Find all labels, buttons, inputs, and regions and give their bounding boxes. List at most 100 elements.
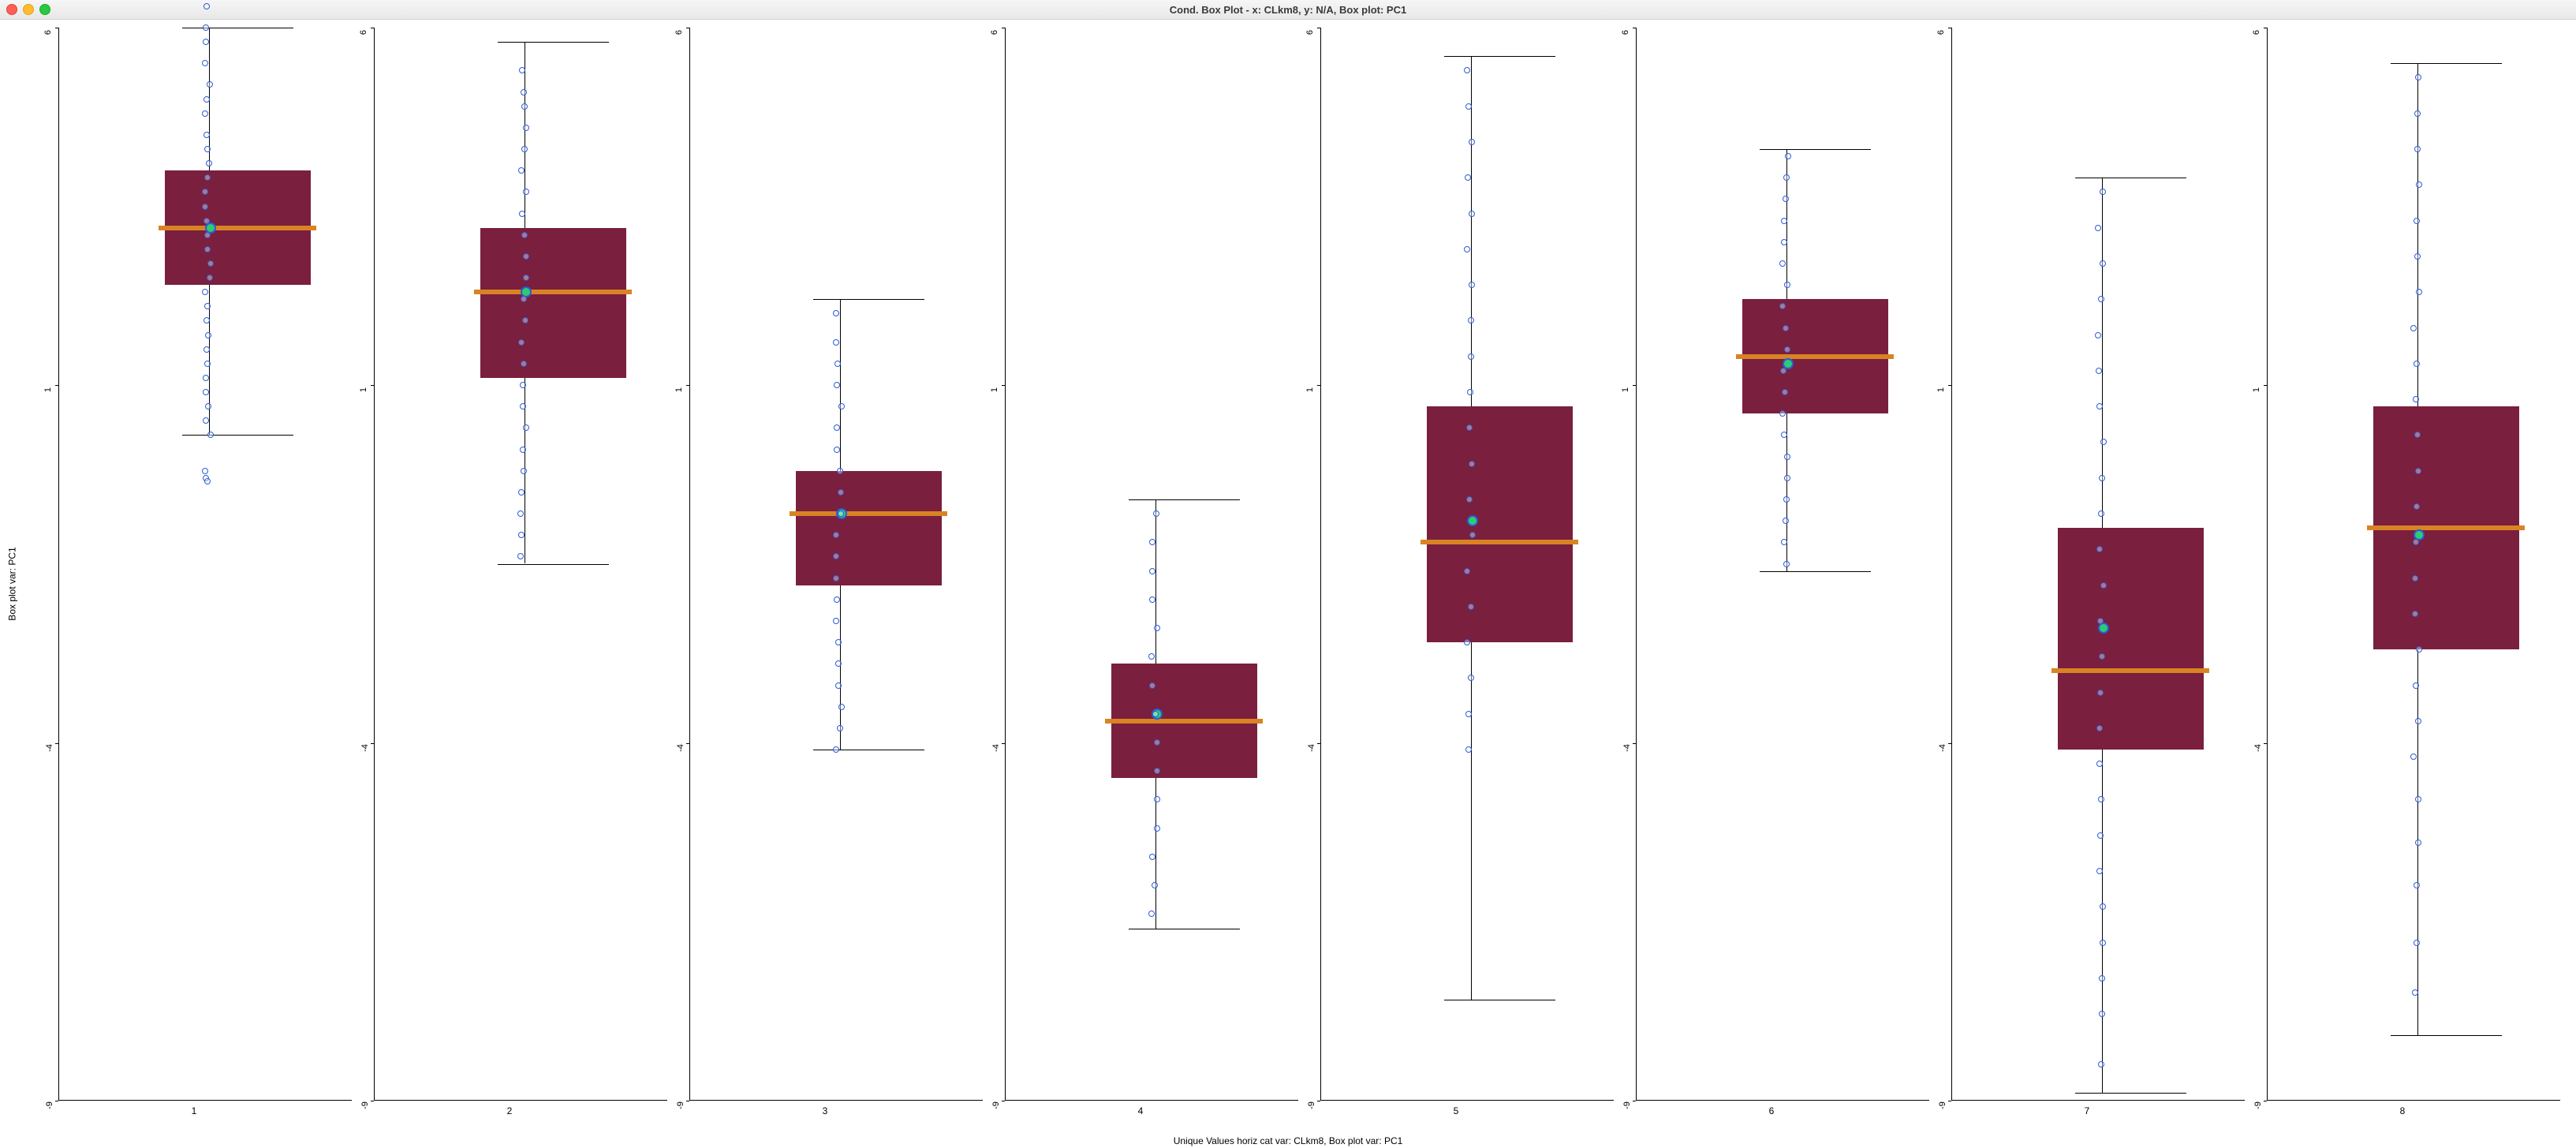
data-point [833, 339, 839, 346]
data-point [2414, 218, 2420, 224]
data-point [1464, 246, 1470, 252]
axis [1636, 28, 1929, 1101]
data-point [521, 468, 527, 474]
data-point [2100, 260, 2106, 267]
y-tick-label: 1 [1621, 387, 1630, 392]
data-point [835, 660, 842, 667]
data-point [207, 81, 213, 88]
panel-row: -9-4161-9-4162-9-4163-9-4164-9-4165-9-41… [36, 28, 2560, 1116]
close-icon[interactable] [6, 4, 17, 15]
data-point [204, 246, 211, 252]
data-point [521, 103, 528, 110]
data-point [204, 146, 211, 152]
data-point [1781, 432, 1787, 438]
data-point [518, 489, 525, 495]
y-tick-label: -9 [45, 1101, 54, 1109]
data-point [520, 403, 526, 409]
data-point [1149, 596, 1155, 603]
y-tick-mark [371, 385, 374, 386]
y-tick-mark [1002, 385, 1005, 386]
axis [58, 28, 352, 1101]
whisker-cap-high [1760, 149, 1871, 150]
x-tick-label: 7 [2085, 1105, 2090, 1116]
data-point [838, 403, 845, 409]
data-point [2414, 882, 2420, 888]
data-point [2415, 796, 2421, 802]
data-point [523, 125, 529, 131]
y-tick-mark [686, 385, 689, 386]
data-point [2096, 546, 2103, 552]
data-point [2414, 253, 2421, 260]
minimize-icon[interactable] [23, 4, 34, 15]
data-point [517, 510, 524, 517]
data-point [2416, 289, 2422, 295]
y-tick-mark [1002, 743, 1005, 744]
data-point [203, 24, 209, 31]
data-point [204, 232, 211, 238]
y-tick-label: 6 [43, 30, 53, 35]
y-tick-label: -9 [1938, 1101, 1947, 1109]
y-tick-label: 6 [1305, 30, 1315, 35]
data-point [1783, 196, 1789, 202]
panel-1: -9-4161 [36, 28, 352, 1116]
data-point [2415, 839, 2421, 846]
y-tick-label: 1 [1305, 387, 1315, 392]
whisker-cap-low [2391, 1035, 2502, 1036]
y-tick-mark [2264, 743, 2267, 744]
y-tick-mark [1317, 385, 1320, 386]
x-tick-label: 4 [1138, 1105, 1144, 1116]
y-tick-label: 1 [1936, 387, 1946, 392]
data-point [522, 317, 528, 323]
data-point [1154, 768, 1160, 774]
data-point [1465, 174, 1471, 181]
data-point [203, 218, 210, 224]
y-tick-mark [1948, 743, 1951, 744]
y-tick-mark [1317, 743, 1320, 744]
y-tick-label: -4 [1307, 744, 1316, 752]
data-point [835, 639, 842, 645]
data-point [523, 424, 529, 431]
data-point [2099, 653, 2105, 660]
y-tick-mark [686, 743, 689, 744]
y-tick-label: 1 [359, 387, 368, 392]
whisker-cap-low [498, 564, 609, 565]
data-point [2096, 403, 2103, 409]
whisker-cap-high [1444, 56, 1555, 57]
data-point [2412, 989, 2418, 996]
window-controls [6, 4, 50, 15]
data-point [1148, 911, 1155, 917]
data-point [204, 361, 211, 367]
median-line [1105, 719, 1263, 724]
axis [1005, 28, 1298, 1101]
data-point [523, 189, 529, 195]
data-point [2412, 611, 2418, 617]
data-point [202, 468, 208, 474]
data-point [2098, 796, 2104, 802]
axis [1320, 28, 1614, 1101]
y-axis-label: Box plot var: PC1 [6, 547, 17, 620]
median-line [2051, 668, 2209, 673]
y-tick-label: 6 [990, 30, 999, 35]
whisker-cap-high [813, 299, 924, 300]
window-titlebar: Cond. Box Plot - x: CLkm8, y: N/A, Box p… [0, 0, 2576, 20]
zoom-icon[interactable] [39, 4, 50, 15]
data-point [833, 746, 839, 753]
whisker-cap-low [2075, 1093, 2186, 1094]
axis [689, 28, 983, 1101]
data-point [834, 361, 841, 367]
data-point [2414, 110, 2421, 117]
data-point [2413, 396, 2419, 402]
y-tick-label: -4 [676, 744, 685, 752]
data-point [1154, 796, 1160, 802]
data-point [1149, 568, 1155, 574]
median-line [1421, 540, 1578, 544]
x-tick-label: 2 [507, 1105, 513, 1116]
data-point [1467, 389, 1473, 395]
y-tick-label: -4 [1938, 744, 1947, 752]
data-point [203, 132, 210, 138]
data-point [202, 204, 208, 210]
panel-7: -9 -4 1 6 7 [1929, 28, 2245, 1116]
y-tick-label: 6 [1936, 30, 1946, 35]
data-point [2098, 510, 2104, 517]
data-point [2099, 475, 2105, 481]
